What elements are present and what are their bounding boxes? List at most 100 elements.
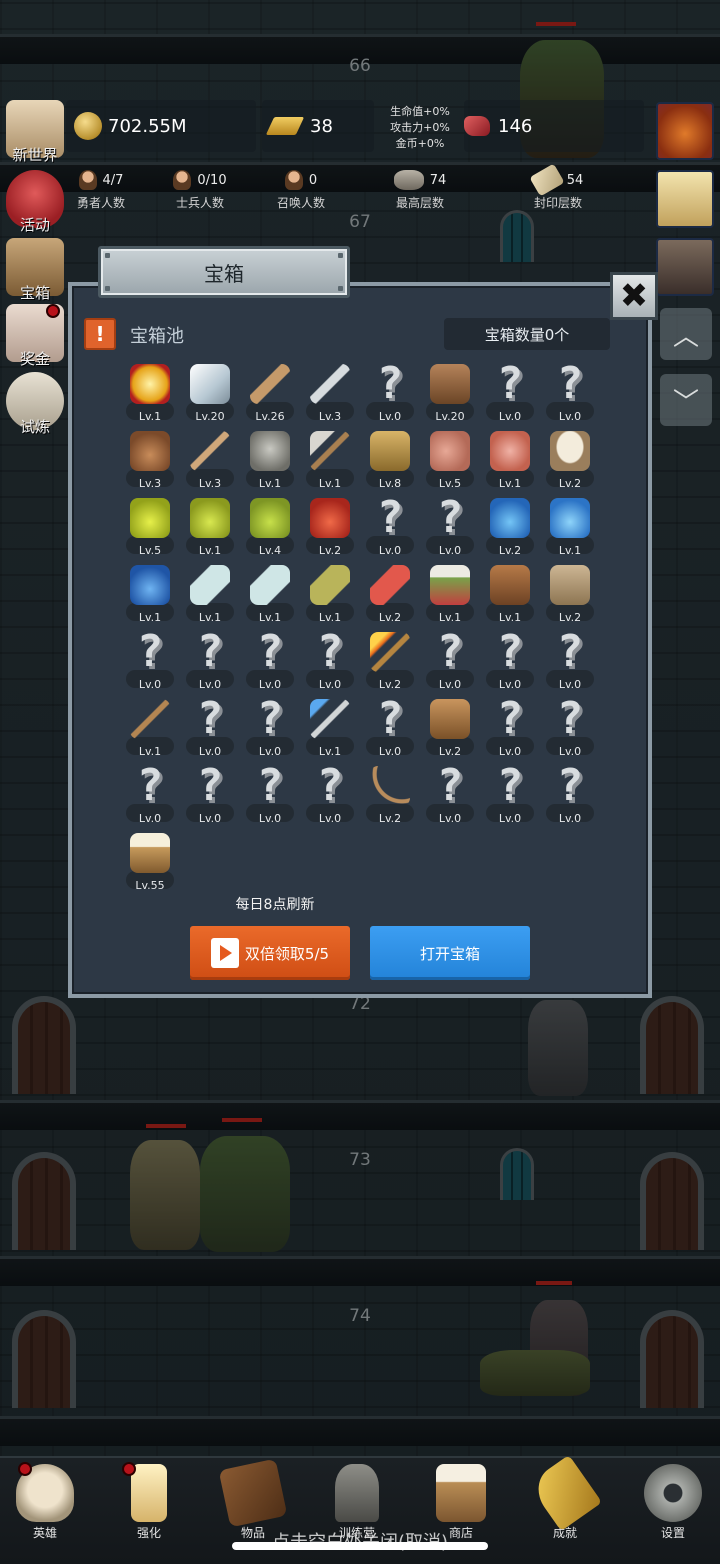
item-slot[interactable]: Lv.1 [300,427,360,494]
item-slot[interactable]: Lv.1 [420,561,480,628]
item-slot[interactable]: Lv.4 [240,494,300,561]
bow-icon [368,764,412,808]
item-slot[interactable]: ? Lv.0 [120,628,180,695]
item-slot[interactable]: Lv.3 [300,360,360,427]
item-slot[interactable]: Lv.2 [540,427,600,494]
item-slot[interactable]: Lv.1 [120,360,180,427]
side-new-world[interactable]: 新世界 [2,100,68,165]
nav-achievements[interactable]: 成就 [520,1454,610,1541]
item-slot[interactable]: Lv.20 [180,360,240,427]
item-slot[interactable]: Lv.8 [360,427,420,494]
item-slot[interactable]: Lv.20 [420,360,480,427]
item-slot[interactable]: Lv.1 [480,561,540,628]
item-slot[interactable]: ? Lv.0 [540,628,600,695]
item-slot[interactable]: Lv.1 [300,695,360,762]
item-level: Lv.3 [198,477,222,490]
item-slot[interactable]: ? Lv.0 [240,695,300,762]
scroll-up-button[interactable]: ︿ [660,308,712,360]
item-slot[interactable]: ? Lv.0 [540,762,600,829]
side-chest[interactable]: 宝箱 [2,238,68,303]
item-slot[interactable]: ? Lv.0 [540,695,600,762]
open-chest-button[interactable]: 打开宝箱 [370,926,530,980]
item-slot[interactable]: ? Lv.0 [420,762,480,829]
home-indicator[interactable] [232,1542,488,1550]
item-slot[interactable]: Lv.1 [540,494,600,561]
item-slot[interactable]: Lv.2 [540,561,600,628]
refresh-note: 每日8点刷新 [235,897,315,913]
green-potion-icon [248,496,292,540]
item-slot[interactable]: Lv.2 [300,494,360,561]
pale-bottle-icon [188,563,232,607]
item-slot[interactable]: ? Lv.0 [360,494,420,561]
item-level: Lv.1 [258,477,282,490]
nav-settings[interactable]: 设置 [628,1464,718,1541]
item-slot[interactable]: Lv.5 [420,427,480,494]
unknown-icon: ? [496,626,524,677]
gold-coin-icon [74,112,102,140]
item-slot[interactable]: Lv.1 [120,695,180,762]
item-slot[interactable]: Lv.3 [120,427,180,494]
fruit-icon[interactable] [656,102,714,160]
nav-upgrade[interactable]: 强化 [104,1464,194,1541]
item-slot[interactable]: Lv.1 [120,561,180,628]
item-slot[interactable]: Lv.2 [480,494,540,561]
item-slot[interactable]: ? Lv.0 [420,494,480,561]
item-slot[interactable]: Lv.1 [180,561,240,628]
item-slot[interactable]: Lv.2 [360,628,420,695]
item-slot[interactable]: ? Lv.0 [360,695,420,762]
candle-icon[interactable] [656,170,714,228]
close-button[interactable]: ✖ [610,272,658,320]
item-level: Lv.1 [558,544,582,557]
item-level: Lv.1 [138,410,162,423]
item-slot[interactable]: ? Lv.0 [480,695,540,762]
scroll-bag-icon[interactable] [656,238,714,296]
item-slot[interactable]: Lv.2 [360,561,420,628]
scroll-down-button[interactable]: ﹀ [660,374,712,426]
backpack-icon [428,697,472,741]
item-slot[interactable]: ? Lv.0 [180,695,240,762]
yellow-potion-icon [128,496,172,540]
item-level: Lv.2 [378,812,402,825]
item-slot[interactable]: Lv.1 [180,494,240,561]
item-level: Lv.5 [438,477,462,490]
item-slot[interactable]: Lv.1 [480,427,540,494]
item-slot[interactable]: Lv.2 [420,695,480,762]
nav-heroes[interactable]: 英雄 [0,1464,90,1541]
item-level: Lv.0 [138,812,162,825]
item-slot[interactable]: Lv.1 [240,427,300,494]
item-level: Lv.0 [198,745,222,758]
item-slot[interactable]: ? Lv.0 [300,628,360,695]
item-slot[interactable]: ? Lv.0 [420,628,480,695]
item-slot[interactable]: ? Lv.0 [480,360,540,427]
item-slot[interactable]: ? Lv.0 [180,628,240,695]
item-slot[interactable]: Lv.1 [300,561,360,628]
side-event[interactable]: 活动 [2,170,68,235]
item-slot[interactable]: Lv.26 [240,360,300,427]
item-slot[interactable]: Lv.3 [180,427,240,494]
item-level: Lv.3 [318,410,342,423]
notification-dot [46,304,60,318]
unknown-icon: ? [256,693,284,744]
item-slot[interactable]: Lv.5 [120,494,180,561]
gold-bar-icon [265,117,305,135]
item-grid: Lv.1 Lv.20 Lv.26 Lv.3? Lv.0 Lv.20? Lv.0? Lv.0 Lv… [120,360,600,896]
item-slot[interactable]: ? Lv.0 [180,762,240,829]
item-slot[interactable]: Lv.2 [360,762,420,829]
item-slot[interactable]: ? Lv.0 [240,762,300,829]
item-slot[interactable]: ? Lv.0 [120,762,180,829]
gear-icon [644,1464,702,1522]
item-slot[interactable]: ? Lv.0 [540,360,600,427]
unknown-icon: ? [376,358,404,409]
item-slot[interactable]: Lv.1 [240,561,300,628]
item-slot[interactable]: ? Lv.0 [480,762,540,829]
item-slot[interactable]: Lv.55 [120,829,180,896]
side-trial[interactable]: 试炼 [2,372,68,437]
candle-icon [131,1464,167,1522]
item-slot[interactable]: ? Lv.0 [480,628,540,695]
double-claim-button[interactable]: 双倍领取5/5 [190,926,350,980]
lantern-icon [335,1464,379,1522]
item-slot[interactable]: ? Lv.0 [360,360,420,427]
iron-sword-icon [308,362,352,406]
item-slot[interactable]: ? Lv.0 [240,628,300,695]
item-slot[interactable]: ? Lv.0 [300,762,360,829]
